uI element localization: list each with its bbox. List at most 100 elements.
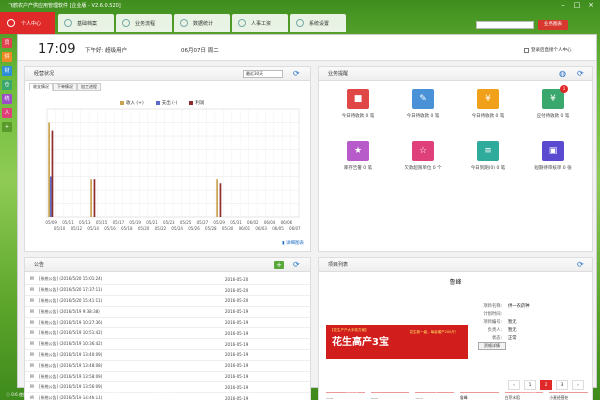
- period-select[interactable]: 最近30天: [243, 70, 283, 78]
- date-label: 06月07日 周二: [181, 48, 219, 54]
- nav-tab-stats[interactable]: 数据统计: [174, 14, 230, 32]
- subtab-income[interactable]: 收支情况: [29, 83, 53, 91]
- x-tick-label: 05/23: [163, 220, 175, 225]
- banner-headline: 花生高产3宝: [332, 337, 389, 348]
- nav-home-tab[interactable]: 个人中心: [0, 12, 55, 34]
- reminder-label: 今日待收款 0 笔: [341, 114, 375, 119]
- status-item: 收起设置: [520, 392, 536, 397]
- x-tick-label: 06/04: [264, 220, 276, 225]
- status-item: 账套: 演示账套: [150, 392, 177, 397]
- table-row[interactable]: ✉ [系统公告] (2016/5/19 10:51:42) 2016-05-19: [25, 327, 310, 340]
- x-tick-label: 05/31: [230, 220, 242, 225]
- subtab-orders[interactable]: 下单情况: [53, 83, 77, 91]
- subtab-process[interactable]: 加工进程: [77, 83, 101, 91]
- sidebar-button-1[interactable]: 供: [2, 52, 12, 62]
- nav-tab-label: 业务流程: [135, 20, 156, 27]
- sidebar-button-4[interactable]: 统: [2, 94, 12, 104]
- reminder-item-6[interactable]: ≡ 今日到期(0) 0 笔: [457, 141, 519, 171]
- table-row[interactable]: ✉ [系统公告] (2016/5/20 15:41:11) 2016-05-20: [25, 295, 310, 307]
- close-icon[interactable]: ×: [586, 1, 596, 9]
- mail-icon: ✉: [25, 306, 39, 318]
- refresh-icon[interactable]: ⟳: [577, 70, 585, 78]
- detail-button[interactable]: 资格详情: [478, 342, 506, 350]
- x-tick-label: 06/05: [272, 226, 284, 231]
- table-row[interactable]: ✉ [系统公告] (2016/5/19 9:38:38) 2016-05-19: [25, 306, 310, 318]
- x-tick-label: 05/24: [171, 226, 183, 231]
- nav-tab-process[interactable]: 业务流程: [116, 14, 172, 32]
- reminder-label: 今日待收款 0 笔: [406, 114, 440, 119]
- globe-icon[interactable]: ◍: [559, 70, 567, 78]
- table-row[interactable]: ✉ [系统公告] (2016/5/20 17:37:11) 2016-05-20: [25, 284, 310, 297]
- sidebar-button-5[interactable]: 人: [2, 108, 12, 118]
- table-row[interactable]: ✉ [系统公告] (2016/5/19 13:48:08) 2016-05-19: [25, 360, 310, 372]
- reminder-item-2[interactable]: ¥ 今日待收款 0 笔: [457, 89, 519, 119]
- nav-tab-hr[interactable]: 人事工资: [232, 14, 288, 32]
- income-chart: 05/0905/1005/1105/1205/1305/1405/1505/16…: [45, 108, 301, 231]
- mail-icon: ✉: [25, 349, 39, 361]
- process-icon: [122, 19, 130, 27]
- status-panel-header: 经营状况 最近30天 ⟳: [25, 67, 310, 81]
- project-panel-header: 项目列表 ⟳: [319, 258, 592, 272]
- reminder-item-3[interactable]: ¥1 应付待收款 0 笔: [522, 85, 584, 119]
- notice-title: [系统公告] (2016/5/19 10:27:36): [39, 317, 225, 329]
- notice-date: 2016-05-20: [225, 295, 310, 307]
- field-value: 供一农药种: [508, 304, 530, 309]
- x-tick-label: 05/25: [180, 220, 192, 225]
- refresh-icon[interactable]: ⟳: [293, 70, 301, 78]
- notice-title: [系统公告] (2016/5/20 15:01:24): [39, 274, 225, 286]
- refresh-icon[interactable]: ⟳: [577, 261, 585, 269]
- notice-date: 2016-05-19: [225, 306, 310, 318]
- reminder-item-7[interactable]: ▣ 短期待审核单 0 张: [522, 141, 584, 171]
- table-row[interactable]: ✉ [系统公告] (2016/5/19 13:58:09) 2016-05-19: [25, 371, 310, 383]
- sidebar-button-2[interactable]: 财: [2, 66, 12, 76]
- bar-chart-icon: ▮: [282, 241, 285, 246]
- status-bar: ⓘ 0:6 使用人: 超级 服务器: 127.0.0.1:7758 账套: 演示账套…: [0, 389, 600, 400]
- login-setting[interactable]: 登录后直接个人中心: [524, 47, 572, 53]
- notice-title: [系统公告] (2016/5/19 9:38:38): [39, 306, 225, 318]
- minimize-icon[interactable]: –: [558, 1, 568, 9]
- search-button[interactable]: 业务图表: [538, 20, 568, 30]
- bar-05/14-s2: [93, 179, 96, 217]
- project-panel: 项目列表 ⟳ 鲁峰 【花生产产大丰收方案】 花生高产3宝 花生新一级，每亩增产2…: [318, 257, 593, 400]
- reminder-item-0[interactable]: ■ 今日待收款 0 笔: [327, 89, 389, 119]
- x-tick-label: 05/30: [222, 226, 234, 231]
- add-notice-button[interactable]: +: [274, 261, 284, 269]
- mail-icon: ✉: [25, 371, 39, 383]
- bar-05/29-s2: [219, 183, 222, 217]
- reminder-label: 短期待审核单 0 张: [534, 166, 572, 171]
- login-checkbox[interactable]: [524, 47, 529, 53]
- reminder-item-5[interactable]: ☆ 欠款超限单位 0 个: [392, 141, 454, 171]
- bar-05/09-s1: [49, 176, 52, 217]
- nav-tab-label: 人事工资: [251, 20, 272, 27]
- refresh-icon[interactable]: ⟳: [293, 261, 301, 269]
- x-tick-label: 05/22: [155, 226, 167, 231]
- reminder-item-1[interactable]: ✎ 今日待收款 0 笔: [392, 89, 454, 119]
- x-tick-label: 05/19: [129, 220, 141, 225]
- business-panel-header: 业务提醒 ◍ ⟳: [319, 67, 592, 81]
- user-icon: [7, 19, 15, 27]
- sidebar-button-3[interactable]: 仓: [2, 80, 12, 90]
- people-icon: [238, 19, 246, 27]
- notice-date: 2016-05-20: [225, 284, 310, 297]
- search-input[interactable]: [476, 21, 534, 29]
- reminder-icon: ≡: [477, 141, 499, 161]
- project-banner[interactable]: 【花生产产大丰收方案】 花生高产3宝 花生新一级，每亩增产200斤！: [326, 325, 468, 359]
- title-bar: 飞鹤农户产供应用管理软件 [企业版 - V2.6.0.520] – □ ×: [0, 0, 600, 12]
- reminder-icon: ¥1: [542, 85, 568, 109]
- nav-tab-settings[interactable]: 系统设置: [290, 14, 346, 32]
- field-label: 计划时间:: [483, 312, 502, 317]
- notice-panel-header: 公告 + ⟳: [25, 258, 310, 272]
- project-field: 负责人: 暂无: [474, 327, 592, 333]
- banner-subtext: 花生新一级，每亩增产200斤！: [409, 330, 459, 334]
- sidebar-button-0[interactable]: 员: [2, 38, 12, 48]
- table-row[interactable]: ✉ [系统公告] (2016/5/19 13:40:09) 2016-05-19: [25, 349, 310, 361]
- table-row[interactable]: ✉ [系统公告] (2016/5/20 15:01:24) 2016-05-20: [25, 274, 310, 286]
- detail-chart-link[interactable]: ▮ 详细图表: [282, 240, 304, 246]
- reminder-item-4[interactable]: ★ 库存告警 0 笔: [327, 141, 389, 171]
- table-row[interactable]: ✉ [系统公告] (2016/5/19 10:36:42) 2016-05-19: [25, 338, 310, 351]
- sidebar-button-6[interactable]: +: [2, 122, 12, 132]
- maximize-icon[interactable]: □: [572, 1, 582, 9]
- bar-05/14-s0: [90, 179, 92, 217]
- table-row[interactable]: ✉ [系统公告] (2016/5/19 10:27:36) 2016-05-19: [25, 317, 310, 329]
- nav-tab-archive[interactable]: 基础档案: [58, 14, 114, 32]
